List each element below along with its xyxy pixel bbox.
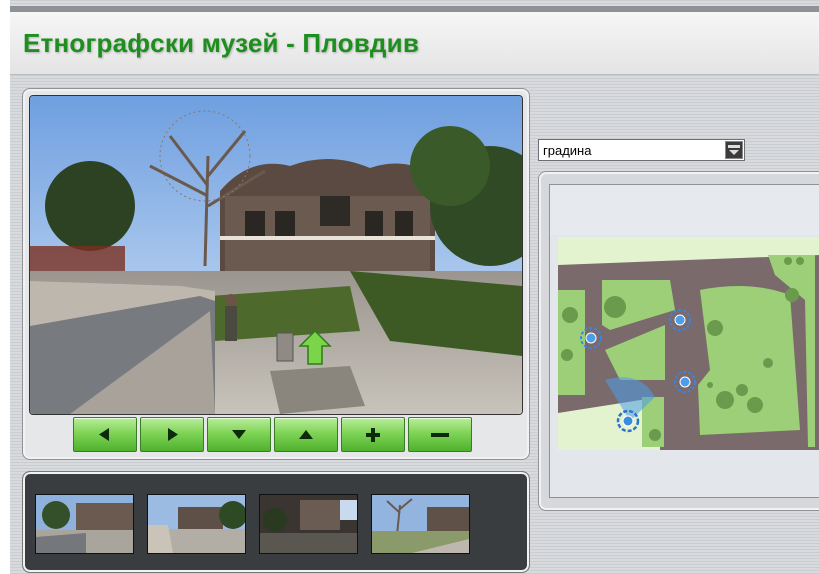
zoom-in-button[interactable] (341, 417, 405, 452)
location-select[interactable]: градина (538, 139, 745, 161)
arrow-left-icon (99, 428, 109, 441)
plus-icon (366, 428, 380, 442)
arrow-down-icon (232, 430, 246, 439)
map-image (550, 185, 819, 497)
location-select-value: градина (543, 143, 592, 158)
map-panel (538, 171, 819, 511)
thumbnail-2[interactable] (147, 494, 246, 554)
arrow-right-icon (168, 428, 178, 441)
tilt-up-button[interactable] (274, 417, 338, 452)
zoom-out-button[interactable] (408, 417, 472, 452)
thumbnail-4[interactable] (371, 494, 470, 554)
dropdown-arrow-icon[interactable] (725, 141, 743, 159)
site-map[interactable] (549, 184, 819, 498)
page-title: Етнографски музей - Пловдив (23, 28, 419, 58)
pan-right-button[interactable] (140, 417, 204, 452)
panorama-image[interactable] (30, 96, 522, 414)
thumbnail-image (372, 495, 469, 553)
thumbnail-1[interactable] (35, 494, 134, 554)
panorama-viewer-panel (22, 88, 530, 460)
pan-left-button[interactable] (73, 417, 137, 452)
thumbnail-strip (22, 471, 530, 573)
thumbnail-image (260, 495, 357, 553)
tilt-down-button[interactable] (207, 417, 271, 452)
navigation-controls (73, 417, 473, 452)
arrow-up-icon (299, 430, 313, 439)
minus-icon (431, 433, 449, 437)
thumbnail-image (148, 495, 245, 553)
panorama-view[interactable] (29, 95, 523, 415)
header-bar: Етнографски музей - Пловдив (10, 12, 819, 75)
thumbnail-3[interactable] (259, 494, 358, 554)
thumbnail-image (36, 495, 133, 553)
